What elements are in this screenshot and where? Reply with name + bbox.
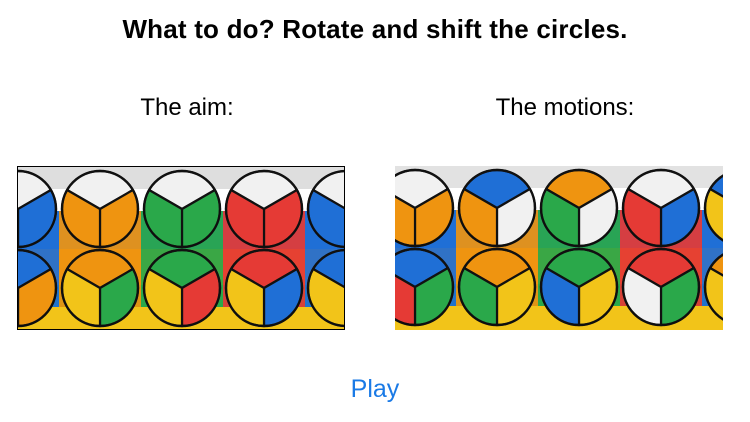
motions-board[interactable] [395, 166, 723, 330]
puzzle-circle [142, 169, 222, 249]
motions-label: The motions: [495, 94, 635, 121]
puzzle-circle[interactable] [457, 247, 537, 327]
puzzle-circle[interactable] [621, 168, 701, 248]
puzzle-circle [224, 169, 304, 249]
motions-board-graphic[interactable] [395, 166, 723, 330]
puzzle-circle[interactable] [539, 168, 619, 248]
aim-board [17, 166, 345, 330]
puzzle-circle [224, 248, 304, 328]
puzzle-circle[interactable] [539, 247, 619, 327]
aim-board-graphic [18, 167, 344, 329]
aim-label: The aim: [140, 94, 234, 121]
puzzle-circle [60, 169, 140, 249]
puzzle-circle[interactable] [621, 247, 701, 327]
puzzle-circle[interactable] [457, 168, 537, 248]
puzzle-circle [60, 248, 140, 328]
play-button[interactable]: Play [325, 371, 425, 407]
page-title: What to do? Rotate and shift the circles… [122, 14, 628, 44]
puzzle-circle [142, 248, 222, 328]
